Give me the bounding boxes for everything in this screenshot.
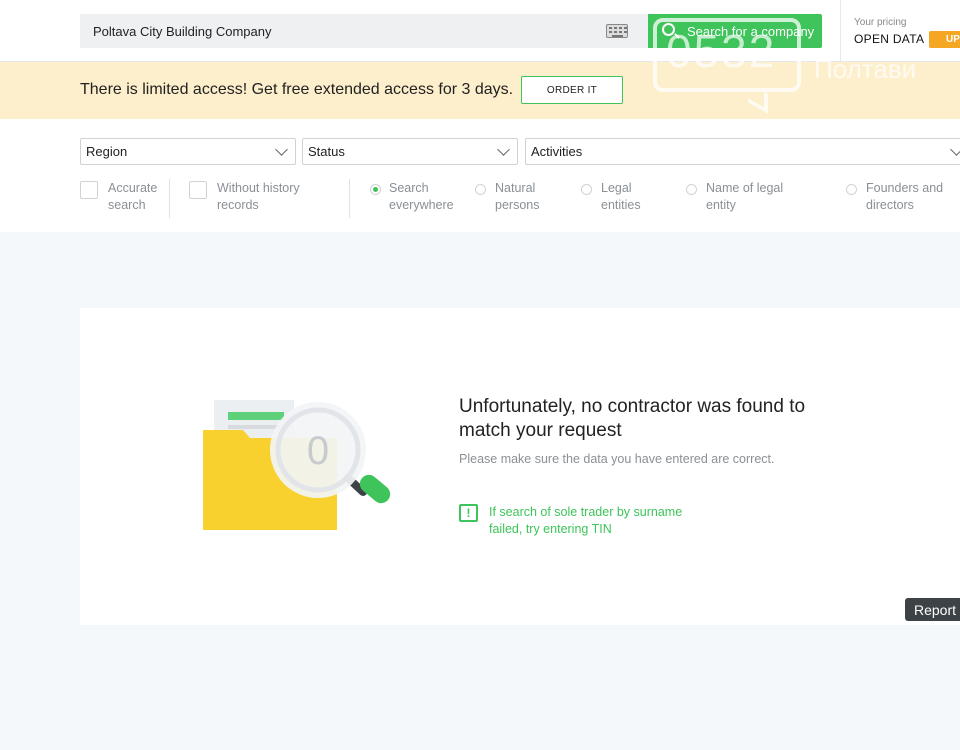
- pricing-plan: OPEN DATA: [854, 32, 925, 46]
- radio-natural-persons-line2: persons: [495, 198, 540, 212]
- accurate-search-checkbox[interactable]: [80, 181, 98, 199]
- company-search-input[interactable]: [80, 14, 600, 48]
- radio-search-everywhere-line1: Search: [389, 181, 429, 195]
- keyboard-icon[interactable]: [606, 24, 628, 38]
- accurate-search-label-line2: search: [108, 198, 146, 212]
- no-results-title-line1: Unfortunately, no contractor was found t…: [459, 396, 806, 417]
- radio-legal-entities-line2: entities: [601, 198, 641, 212]
- radio-founders-and-directors-label: Founders and directors: [866, 180, 943, 214]
- chevron-down-icon: [275, 143, 288, 156]
- divider: [349, 179, 350, 218]
- chevron-down-icon: [497, 143, 510, 156]
- radio-name-of-legal-entity-line2: entity: [706, 198, 736, 212]
- without-history-label-line2: records: [217, 198, 259, 212]
- radio-founders-and-directors-line2: directors: [866, 198, 914, 212]
- radio-search-everywhere[interactable]: [370, 184, 381, 195]
- pricing-caption: Your pricing: [854, 17, 907, 28]
- report-button[interactable]: Report: [905, 598, 960, 621]
- empty-folder-magnifier-illustration: 0: [203, 400, 391, 530]
- upgrade-button[interactable]: UP: [929, 31, 960, 48]
- status-dropdown-label: Status: [308, 144, 345, 159]
- banner-message: There is limited access! Get free extend…: [80, 81, 514, 98]
- accurate-search-label-line1: Accurate: [108, 181, 158, 195]
- region-dropdown-label: Region: [86, 144, 128, 159]
- without-history-label: Without history records: [217, 180, 300, 214]
- region-dropdown[interactable]: Region: [80, 138, 296, 165]
- radio-legal-entities[interactable]: [581, 184, 592, 195]
- no-results-card: 0 Unfortunately, no contractor was found…: [80, 308, 960, 625]
- exclamation-icon: !: [459, 504, 478, 522]
- upgrade-label: UP: [946, 34, 960, 45]
- search-company-button[interactable]: Search for a company: [648, 14, 822, 48]
- radio-natural-persons-label: Natural persons: [495, 180, 539, 214]
- tin-tip-line2: failed, try entering TIN: [489, 522, 612, 536]
- radio-legal-entities-line1: Legal: [601, 181, 632, 195]
- radio-natural-persons-line1: Natural: [495, 181, 536, 195]
- no-results-title: Unfortunately, no contractor was found t…: [459, 395, 859, 443]
- accurate-search-label: Accurate search: [108, 180, 157, 214]
- radio-name-of-legal-entity[interactable]: [686, 184, 697, 195]
- without-history-checkbox[interactable]: [189, 181, 207, 199]
- company-search-box: [80, 14, 648, 48]
- divider: [169, 179, 170, 218]
- radio-search-everywhere-line2: everywhere: [389, 198, 454, 212]
- without-history-label-line1: Without history: [217, 181, 300, 195]
- search-filters: Region Status Activities Accurate search…: [0, 119, 960, 232]
- limited-access-banner: There is limited access! Get free extend…: [0, 62, 960, 119]
- radio-name-of-legal-entity-label: Name of legal entity: [706, 180, 783, 214]
- search-icon: [662, 23, 675, 36]
- no-results-subtitle: Please make sure the data you have enter…: [459, 452, 775, 466]
- activities-dropdown-label: Activities: [531, 144, 583, 159]
- activities-dropdown[interactable]: Activities: [525, 138, 960, 165]
- order-it-button[interactable]: ORDER IT: [521, 76, 623, 104]
- top-header: Search for a company Your pricing OPEN D…: [0, 0, 960, 62]
- tin-tip-line1: If search of sole trader by surname: [489, 505, 683, 519]
- status-dropdown[interactable]: Status: [302, 138, 518, 165]
- radio-name-of-legal-entity-line1: Name of legal: [706, 181, 784, 195]
- chevron-down-icon: [950, 143, 960, 156]
- tin-tip-link[interactable]: If search of sole trader by surname fail…: [489, 504, 719, 538]
- radio-natural-persons[interactable]: [475, 184, 486, 195]
- radio-search-everywhere-label: Search everywhere: [389, 180, 454, 214]
- zero-results-count: 0: [307, 429, 329, 473]
- radio-legal-entities-label: Legal entities: [601, 180, 641, 214]
- pricing-panel: Your pricing OPEN DATA UP: [840, 0, 960, 62]
- radio-founders-and-directors-line1: Founders and: [866, 181, 944, 195]
- radio-founders-and-directors[interactable]: [846, 184, 857, 195]
- no-results-title-line2: match your request: [459, 420, 622, 441]
- search-button-label: Search for a company: [687, 24, 815, 39]
